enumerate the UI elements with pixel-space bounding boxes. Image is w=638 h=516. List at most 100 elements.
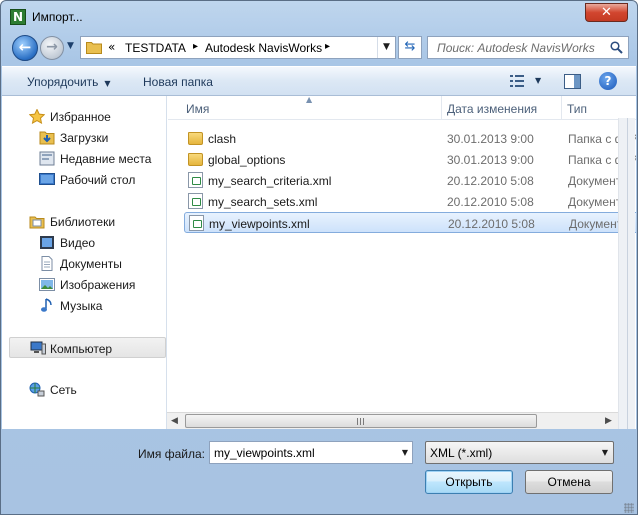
sidebar-item-label: Изображения bbox=[60, 278, 136, 292]
column-name[interactable]: Имя bbox=[186, 102, 209, 116]
content-area: Избранное Загрузки Недавние места Рабочи… bbox=[2, 96, 636, 429]
file-list[interactable]: ▲ Имя Дата изменения Тип clash 30.01.201… bbox=[168, 96, 636, 429]
sidebar-item-music[interactable]: Музыка bbox=[2, 295, 165, 316]
horizontal-scrollbar-thumb[interactable] bbox=[185, 414, 537, 428]
star-icon bbox=[29, 109, 45, 124]
sidebar-item-label: Музыка bbox=[60, 299, 103, 313]
music-icon bbox=[41, 298, 52, 312]
sidebar-item-pictures[interactable]: Изображения bbox=[2, 274, 165, 295]
sidebar-item-favorites[interactable]: Избранное bbox=[2, 106, 165, 127]
column-divider[interactable] bbox=[561, 96, 562, 119]
breadcrumb-separator-icon[interactable]: ▸ bbox=[325, 41, 330, 52]
address-dropdown-icon[interactable]: ▼ bbox=[377, 37, 395, 58]
sidebar-item-label: Сеть bbox=[50, 383, 77, 397]
vertical-scrollbar-track[interactable] bbox=[620, 118, 635, 429]
scroll-grip-icon bbox=[357, 418, 366, 425]
cancel-button[interactable]: Отмена bbox=[525, 470, 613, 494]
libraries-icon bbox=[29, 216, 45, 229]
sidebar-item-downloads[interactable]: Загрузки bbox=[2, 127, 165, 148]
help-icon[interactable]: ? bbox=[599, 72, 617, 90]
sidebar-item-label: Загрузки bbox=[60, 131, 109, 145]
address-overflow-icon[interactable]: « bbox=[108, 40, 115, 54]
navigation-pane[interactable]: Избранное Загрузки Недавние места Рабочи… bbox=[2, 96, 167, 429]
search-icon[interactable] bbox=[610, 41, 623, 54]
recent-places-icon bbox=[39, 151, 55, 166]
organize-label: Упорядочить bbox=[27, 75, 99, 89]
column-date-modified[interactable]: Дата изменения bbox=[447, 102, 537, 116]
sidebar-item-label: Компьютер bbox=[50, 342, 113, 356]
filename-dropdown-icon[interactable]: ▼ bbox=[402, 448, 408, 457]
downloads-icon bbox=[39, 131, 55, 145]
title-bar[interactable]: N Импорт... ✕ bbox=[1, 1, 637, 31]
recent-locations-dropdown-icon[interactable]: ▼ bbox=[67, 41, 74, 51]
command-toolbar: Упорядочить ▼ Новая папка ▼ ? bbox=[2, 66, 636, 96]
search-input[interactable]: Поиск: Autodesk NavisWorks bbox=[427, 36, 629, 59]
chevron-down-icon: ▼ bbox=[104, 79, 111, 88]
sidebar-item-desktop[interactable]: Рабочий стол bbox=[2, 169, 165, 190]
file-date: 20.12.2010 5:08 bbox=[447, 174, 534, 188]
resize-grip-icon[interactable] bbox=[624, 503, 634, 513]
column-header-row: ▲ Имя Дата изменения Тип bbox=[168, 96, 636, 120]
navigation-bar: ← → ▼ « TESTDATA ▸ Autodesk NavisWorks ▸… bbox=[1, 31, 637, 65]
sidebar-item-label: Недавние места bbox=[60, 152, 152, 166]
view-options-dropdown-icon[interactable]: ▼ bbox=[535, 76, 541, 85]
file-row[interactable]: my_search_criteria.xml 20.12.2010 5:08 Д… bbox=[184, 170, 636, 191]
vertical-scrollbar[interactable] bbox=[618, 118, 635, 429]
navisworks-app-icon: N bbox=[10, 9, 26, 25]
breadcrumb-autodesk-navisworks[interactable]: Autodesk NavisWorks bbox=[205, 41, 322, 55]
xml-file-icon bbox=[188, 172, 203, 188]
sidebar-item-computer[interactable]: Компьютер bbox=[9, 337, 166, 358]
back-button[interactable]: ← bbox=[12, 35, 38, 61]
filename-label: Имя файла: bbox=[138, 447, 205, 461]
computer-icon bbox=[30, 341, 46, 355]
scroll-left-icon[interactable]: ◀ bbox=[171, 416, 178, 426]
forward-button[interactable]: → bbox=[40, 36, 64, 60]
scroll-right-icon[interactable]: ▶ bbox=[605, 416, 612, 426]
video-icon bbox=[40, 236, 54, 249]
filename-input[interactable]: my_viewpoints.xml ▼ bbox=[209, 441, 413, 464]
organize-menu[interactable]: Упорядочить ▼ bbox=[27, 75, 111, 89]
close-button[interactable]: ✕ bbox=[585, 3, 628, 22]
sidebar-item-video[interactable]: Видео bbox=[2, 232, 165, 253]
preview-pane-icon[interactable] bbox=[564, 74, 581, 89]
file-row[interactable]: global_options 30.01.2013 9:00 Папка с ф… bbox=[184, 149, 636, 170]
filetype-value: XML (*.xml) bbox=[430, 446, 493, 460]
horizontal-scrollbar[interactable]: ◀ ▶ bbox=[167, 412, 618, 429]
filetype-dropdown-icon[interactable]: ▼ bbox=[602, 448, 608, 457]
open-button[interactable]: Открыть bbox=[425, 470, 513, 494]
file-name: global_options bbox=[208, 153, 286, 167]
sidebar-item-label: Избранное bbox=[50, 110, 111, 124]
folder-icon bbox=[86, 42, 102, 54]
file-row[interactable]: my_search_sets.xml 20.12.2010 5:08 Докум… bbox=[184, 191, 636, 212]
column-type[interactable]: Тип bbox=[567, 102, 587, 116]
sidebar-item-label: Рабочий стол bbox=[60, 173, 136, 187]
sidebar-item-documents[interactable]: Документы bbox=[2, 253, 165, 274]
sidebar-item-recent-places[interactable]: Недавние места bbox=[2, 148, 165, 169]
file-date: 30.01.2013 9:00 bbox=[447, 132, 534, 146]
sidebar-item-libraries[interactable]: Библиотеки bbox=[2, 211, 165, 232]
file-date: 20.12.2010 5:08 bbox=[448, 217, 535, 231]
refresh-button[interactable]: ⇆ bbox=[398, 36, 422, 59]
window-title: Импорт... bbox=[32, 10, 83, 24]
file-name: my_search_sets.xml bbox=[208, 195, 318, 209]
xml-file-icon bbox=[188, 193, 203, 209]
dialog-footer: Имя файла: my_viewpoints.xml ▼ XML (*.xm… bbox=[1, 430, 637, 516]
desktop-icon bbox=[39, 173, 55, 185]
breadcrumb-separator-icon[interactable]: ▸ bbox=[193, 41, 198, 52]
network-icon bbox=[29, 382, 45, 397]
import-dialog: N Импорт... ✕ ← → ▼ « TESTDATA ▸ Autodes… bbox=[0, 0, 638, 515]
column-divider[interactable] bbox=[441, 96, 442, 119]
file-date: 30.01.2013 9:00 bbox=[447, 153, 534, 167]
breadcrumb-testdata[interactable]: TESTDATA bbox=[125, 41, 186, 55]
sort-ascending-icon: ▲ bbox=[306, 96, 313, 104]
new-folder-button[interactable]: Новая папка bbox=[143, 75, 213, 89]
change-view-icon[interactable] bbox=[510, 74, 524, 88]
sidebar-item-network[interactable]: Сеть bbox=[2, 379, 165, 400]
filetype-select[interactable]: XML (*.xml) ▼ bbox=[425, 441, 614, 464]
sidebar-item-label: Библиотеки bbox=[50, 215, 116, 229]
filename-value: my_viewpoints.xml bbox=[214, 446, 315, 460]
file-row[interactable]: clash 30.01.2013 9:00 Папка с фай bbox=[184, 128, 636, 149]
file-row-selected[interactable]: my_viewpoints.xml 20.12.2010 5:08 Докуме… bbox=[184, 212, 636, 233]
address-bar[interactable]: « TESTDATA ▸ Autodesk NavisWorks ▸ ▼ bbox=[80, 36, 396, 59]
folder-icon bbox=[188, 132, 203, 145]
